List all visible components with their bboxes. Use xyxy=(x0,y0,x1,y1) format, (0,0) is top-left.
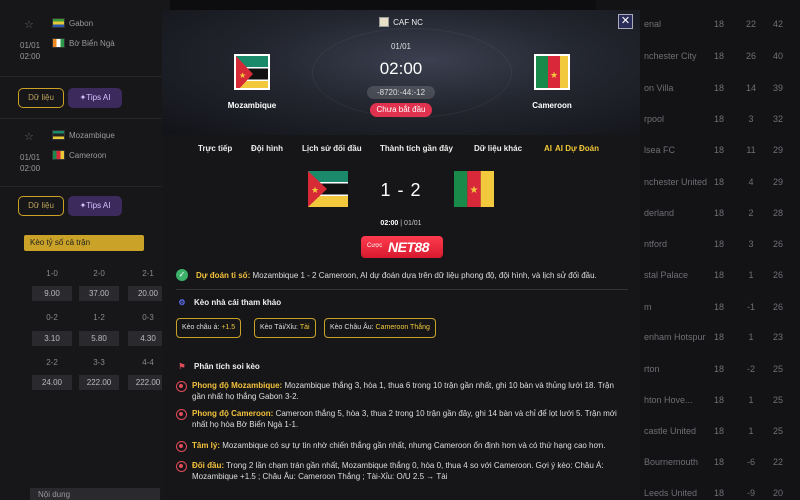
tab-ai-prediction[interactable]: AI AI Dự Đoán xyxy=(544,144,599,153)
asian-handicap-pill: Kèo châu á: +1.5 xyxy=(176,318,242,338)
divider xyxy=(176,289,628,290)
odds-label: 2-0 xyxy=(93,269,105,278)
match-date: 01/01 xyxy=(20,41,41,50)
match-date: 01/01 xyxy=(20,153,41,162)
tab-bar: Trực tiếp Đội hình Lịch sử đối đầu Thành… xyxy=(162,136,640,166)
content-select[interactable]: Nội dung xyxy=(30,488,160,500)
odds-value[interactable]: 3.10 xyxy=(32,331,72,346)
odds-label: 1-2 xyxy=(93,313,105,322)
odds-value[interactable]: 222.00 xyxy=(79,375,119,390)
odds-label: 1-0 xyxy=(46,269,58,278)
match-time: 02:00 xyxy=(20,52,41,61)
bullet-icon xyxy=(176,441,187,452)
check-icon: ✓ xyxy=(176,269,188,281)
over-under-pill: Kèo Tài/Xỉu: Tài xyxy=(254,318,316,338)
match-code: -8720:-44:-12 xyxy=(367,86,435,99)
home-team: Mozambique xyxy=(52,130,115,142)
tab-other-data[interactable]: Dữ liệu khác xyxy=(474,144,522,153)
match-time: 02:00 xyxy=(20,164,41,173)
star-icon[interactable]: ☆ xyxy=(24,18,34,31)
tab-recent-form[interactable]: Thành tích gần đây xyxy=(380,144,453,153)
odds-label: 2-2 xyxy=(46,358,58,367)
bullet-icon xyxy=(176,381,187,392)
home-team-name: Mozambique xyxy=(227,101,277,110)
away-team-name: Cameroon xyxy=(532,101,572,110)
cameroon-flag-icon: ★ xyxy=(454,171,494,207)
close-button[interactable]: ✕ xyxy=(618,14,633,29)
odds-title: Kèo tỷ số cả trận xyxy=(24,235,144,251)
bullet-icon xyxy=(176,409,187,420)
divider xyxy=(0,118,170,119)
away-team: Cameroon xyxy=(52,150,106,162)
ivory-coast-flag-icon xyxy=(52,38,65,48)
odds-label: 0-2 xyxy=(46,313,58,322)
mozambique-flag-icon xyxy=(52,130,65,140)
status-badge: Chưa bắt đầu xyxy=(370,103,432,117)
odds-value[interactable]: 5.80 xyxy=(79,331,119,346)
european-odds-pill: Kèo Châu Âu: Cameroon Thắng xyxy=(324,318,436,338)
tab-lineup[interactable]: Đội hình xyxy=(251,144,283,153)
cameroon-flag-icon xyxy=(52,150,65,160)
match-header: CAF NC ✕ ★ Mozambique ★ Cameroon 01/01 0… xyxy=(162,10,640,135)
divider xyxy=(0,76,170,77)
predicted-score: 1 - 2 xyxy=(380,180,422,200)
analysis-icon: ⚑ xyxy=(178,362,186,371)
tips-ai-button[interactable]: ✦Tips AI xyxy=(68,196,122,216)
app-root: ☆ 01/01 02:00 Gabon Bờ Biển Ngà Dữ liệu … xyxy=(0,0,800,500)
tab-live[interactable]: Trực tiếp xyxy=(198,144,232,153)
match-date: 01/01 xyxy=(390,42,412,51)
data-button[interactable]: Dữ liệu xyxy=(18,196,64,216)
away-team: Bờ Biển Ngà xyxy=(52,38,115,50)
bullet-icon xyxy=(176,461,187,472)
svg-text:★: ★ xyxy=(470,185,479,196)
match-time: 02:00 xyxy=(379,59,423,78)
star-icon[interactable]: ☆ xyxy=(24,130,34,143)
home-team: Gabon xyxy=(52,18,93,30)
analysis-section-title: ⚑ Phân tích soi kèo xyxy=(176,362,259,371)
odds-value[interactable]: 24.00 xyxy=(32,375,72,390)
odds-label: 3-3 xyxy=(93,358,105,367)
odds-value[interactable]: 37.00 xyxy=(79,286,119,301)
ai-sparkle-icon: AI xyxy=(544,144,552,153)
away-flag-large: ★ xyxy=(454,171,494,207)
gabon-flag-icon xyxy=(52,18,65,28)
close-icon: ✕ xyxy=(620,15,631,27)
brand-logo: NET88 xyxy=(388,239,430,255)
score-datetime: 02:00 | 01/01 xyxy=(380,220,422,227)
network-icon: ⚙ xyxy=(178,298,186,307)
odds-value[interactable]: 9.00 xyxy=(32,286,72,301)
tab-head-to-head[interactable]: Lịch sử đối đầu xyxy=(302,144,362,153)
bet-banner[interactable]: Cược NET88 xyxy=(361,236,443,258)
match-list-panel: ☆ 01/01 02:00 Gabon Bờ Biển Ngà Dữ liệu … xyxy=(0,0,170,500)
league-icon xyxy=(379,17,390,27)
bookmaker-section-title: ⚙ Kèo nhà cái tham khảo xyxy=(176,298,281,307)
tips-ai-button[interactable]: ✦Tips AI xyxy=(68,88,122,108)
data-button[interactable]: Dữ liệu xyxy=(18,88,64,108)
league-label: CAF NC xyxy=(162,17,640,27)
divider xyxy=(0,186,170,187)
match-detail-modal: CAF NC ✕ ★ Mozambique ★ Cameroon 01/01 0… xyxy=(162,10,640,500)
